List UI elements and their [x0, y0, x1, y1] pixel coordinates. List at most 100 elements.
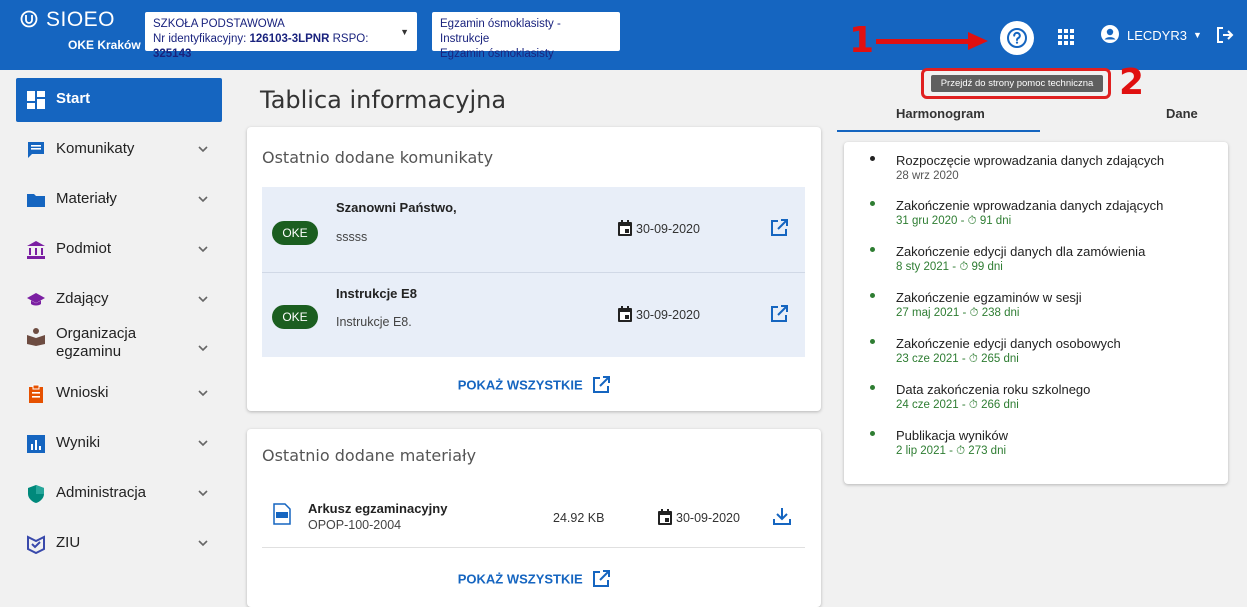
pdf-file-icon — [273, 503, 291, 525]
sidebar-item-organizacja-egzaminu[interactable]: Organizacja egzaminu — [16, 321, 222, 365]
calendar-icon — [618, 306, 632, 322]
bullet-icon — [870, 339, 875, 344]
sidebar-item-label: Komunikaty — [56, 140, 135, 157]
chevron-down-icon — [198, 296, 208, 303]
institution-icon — [27, 241, 45, 259]
sidebar-item-wnioski[interactable]: Wnioski — [16, 372, 222, 416]
chevron-down-icon — [198, 490, 208, 497]
open-external-icon — [593, 570, 611, 587]
sidebar-item-label: Wyniki — [56, 434, 101, 451]
sidebar-item-label: Materiały — [56, 190, 117, 207]
page-title: Tablica informacyjna — [260, 86, 507, 114]
news-card-title: Ostatnio dodane komunikaty — [262, 148, 494, 167]
material-code: OPOP-100-2004 — [308, 518, 402, 532]
bullet-icon — [870, 156, 875, 161]
tab-dane[interactable]: Dane — [1041, 95, 1244, 132]
sidebar-item-wyniki[interactable]: Wyniki — [16, 422, 222, 466]
schedule-card: Rozpoczęcie wprowadzania danych zdającyc… — [844, 142, 1228, 484]
help-tooltip: Przejdź do strony pomoc techniczna — [931, 75, 1103, 92]
logo-icon — [20, 10, 38, 28]
sidebar-item-label: Podmiot — [56, 240, 112, 257]
sidebar-item-label: Start — [56, 90, 91, 107]
show-all-news-link[interactable]: POKAŻ WSZYSTKIE — [247, 376, 821, 394]
bullet-icon — [870, 201, 875, 206]
apps-grid-icon[interactable] — [1058, 29, 1074, 45]
exam-selector[interactable]: Egzamin ósmoklasisty - Instrukcje Egzami… — [432, 12, 620, 60]
school-selector[interactable]: SZKOŁA PODSTAWOWA Nr identyfikacyjny: 12… — [145, 12, 417, 60]
message-icon — [28, 142, 44, 158]
sidebar-item-label: Administracja — [56, 484, 147, 501]
news-title: Instrukcje E8 — [336, 286, 417, 301]
app-subtitle: OKE Kraków — [68, 38, 141, 52]
sidebar-item-start[interactable]: Start — [16, 78, 222, 122]
app-name: SIOEO — [46, 8, 116, 31]
timer-icon: ⏱ — [969, 307, 979, 319]
source-badge: OKE — [272, 305, 318, 329]
annotation-number-1: 1 — [849, 20, 875, 61]
download-icon[interactable] — [772, 506, 792, 526]
material-size: 24.92 KB — [553, 511, 605, 525]
sidebar-item-label: Organizacja egzaminu — [56, 325, 137, 360]
material-row[interactable]: Arkusz egzaminacyjny OPOP-100-2004 24.92… — [262, 489, 805, 548]
news-row[interactable]: OKE Szanowni Państwo, sssss 30-09-2020 — [262, 187, 805, 272]
sidebar-item-podmiot[interactable]: Podmiot — [16, 228, 222, 272]
materials-card: Ostatnio dodane materiały Arkusz egzamin… — [247, 429, 821, 607]
chevron-down-icon — [198, 345, 208, 352]
account-icon — [1101, 25, 1119, 43]
chevron-down-icon — [198, 390, 208, 397]
caret-down-icon: ▼ — [1193, 30, 1202, 40]
exam-line2: Egzamin ósmoklasisty — [440, 48, 554, 60]
chevron-down-icon — [198, 196, 208, 203]
bullet-icon — [870, 247, 875, 252]
sidebar-item-label: Zdający — [56, 290, 109, 307]
graduation-cap-icon — [27, 293, 45, 306]
sidebar-item-label: ZIU — [56, 534, 81, 551]
timer-icon: ⏱ — [956, 445, 966, 457]
open-external-icon[interactable] — [770, 219, 788, 237]
ziu-icon — [27, 535, 45, 554]
school-id-line: Nr identyfikacyjny: 126103-3LPNR RSPO: 3… — [153, 33, 369, 60]
top-bar: SIOEO OKE Kraków SZKOŁA PODSTAWOWA Nr id… — [0, 0, 1247, 70]
sidebar-item-materialy[interactable]: Materiały — [16, 178, 222, 222]
sidebar-item-komunikaty[interactable]: Komunikaty — [16, 128, 222, 172]
news-row[interactable]: OKE Instrukcje E8 Instrukcje E8. 30-09-2… — [262, 272, 805, 357]
materials-card-title: Ostatnio dodane materiały — [262, 446, 477, 465]
timer-icon: ⏱ — [959, 261, 969, 273]
folder-icon — [27, 194, 45, 207]
help-icon — [1007, 28, 1027, 48]
news-text: Instrukcje E8. — [336, 315, 412, 329]
material-title: Arkusz egzaminacyjny — [308, 501, 448, 516]
news-title: Szanowni Państwo, — [336, 200, 457, 215]
right-tabs: Harmonogram Dane — [837, 95, 1244, 132]
timer-icon: ⏱ — [967, 215, 977, 227]
timer-icon: ⏱ — [968, 353, 978, 365]
caret-down-icon: ▼ — [400, 27, 409, 37]
clipboard-icon — [29, 384, 43, 403]
timer-icon: ⏱ — [968, 399, 978, 411]
chevron-down-icon — [198, 246, 208, 253]
tab-harmonogram[interactable]: Harmonogram — [837, 95, 1040, 132]
chevron-down-icon — [198, 440, 208, 447]
calendar-icon — [618, 220, 632, 236]
sidebar-item-administracja[interactable]: Administracja — [16, 472, 222, 516]
dashboard-icon — [27, 91, 45, 109]
news-card: Ostatnio dodane komunikaty OKE Szanowni … — [247, 127, 821, 411]
show-all-materials-link[interactable]: POKAŻ WSZYSTKIE — [247, 570, 821, 588]
bar-chart-icon — [27, 435, 45, 453]
calendar-icon — [658, 509, 672, 525]
sidebar-item-zdajacy[interactable]: Zdający — [16, 278, 222, 322]
sidebar-item-label: Wnioski — [56, 384, 109, 401]
shield-icon — [28, 485, 44, 503]
open-external-icon — [593, 376, 611, 393]
exam-organization-icon — [27, 328, 45, 346]
bullet-icon — [870, 293, 875, 298]
bullet-icon — [870, 431, 875, 436]
chevron-down-icon — [198, 540, 208, 547]
source-badge: OKE — [272, 221, 318, 245]
sidebar-item-ziu[interactable]: ZIU — [16, 522, 222, 566]
active-tab-indicator — [837, 130, 1040, 132]
open-external-icon[interactable] — [770, 305, 788, 323]
help-button[interactable] — [1000, 21, 1034, 55]
news-text: sssss — [336, 230, 368, 244]
logout-icon[interactable] — [1215, 25, 1235, 45]
